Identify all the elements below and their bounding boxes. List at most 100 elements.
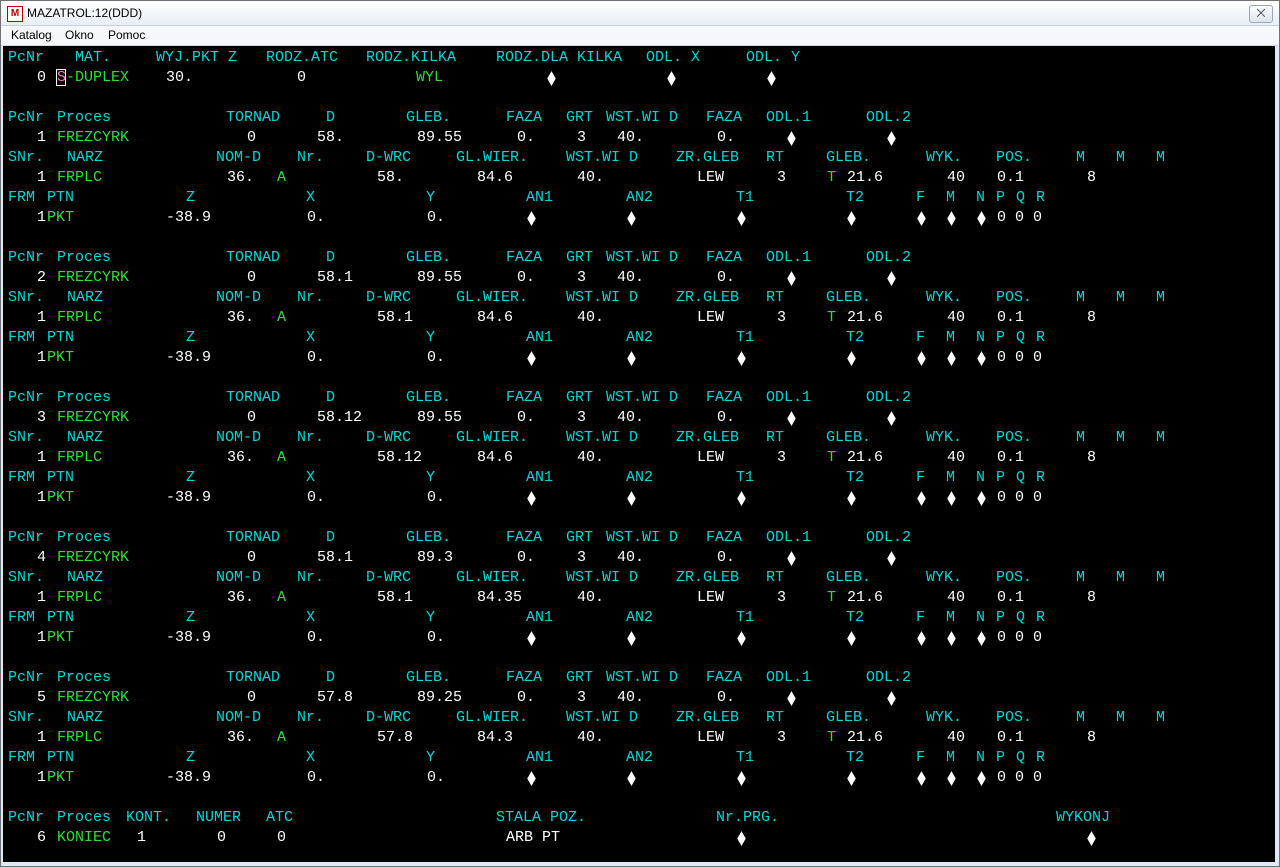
nr-value[interactable]: A [277, 728, 286, 748]
ptn-value[interactable]: PKT [47, 628, 74, 648]
menu-pomoc[interactable]: Pomoc [108, 28, 145, 42]
gl-wier-value[interactable]: 84.3 [477, 728, 513, 748]
diamond-icon[interactable] [846, 630, 857, 647]
ptn-value[interactable]: PKT [47, 488, 74, 508]
wyk-value[interactable]: 40 [947, 168, 965, 188]
diamond-icon[interactable] [666, 70, 677, 87]
diamond-icon[interactable] [976, 630, 987, 647]
rt-value[interactable]: 3 [777, 728, 786, 748]
diamond-icon[interactable] [976, 350, 987, 367]
nom-d-value[interactable]: 36. [227, 308, 254, 328]
wst-wi-d-value[interactable]: 40. [577, 588, 604, 608]
gleb-value[interactable]: 89.55 [417, 268, 462, 288]
faza-2-value[interactable]: 0. [717, 548, 735, 568]
y-value[interactable]: 0. [427, 348, 445, 368]
faza-2-value[interactable]: 0. [717, 408, 735, 428]
nom-d-value[interactable]: 36. [227, 448, 254, 468]
m-value[interactable]: 8 [1087, 448, 1096, 468]
wyk-value[interactable]: 40 [947, 588, 965, 608]
gleb-prefix[interactable]: T [827, 588, 836, 608]
faza-value[interactable]: 0. [517, 408, 535, 428]
nr-value[interactable]: A [277, 168, 286, 188]
x-value[interactable]: 0. [307, 628, 325, 648]
pos-value[interactable]: 0.1 [997, 448, 1024, 468]
gleb-value[interactable]: 21.6 [847, 728, 883, 748]
grt-value[interactable]: 3 [577, 268, 586, 288]
stala-poz-value[interactable]: ARB PT [506, 828, 560, 848]
diamond-icon[interactable] [916, 490, 927, 507]
x-value[interactable]: 0. [307, 488, 325, 508]
diamond-icon[interactable] [736, 770, 747, 787]
gl-wier-value[interactable]: 84.6 [477, 168, 513, 188]
pqr-value[interactable]: 0 0 0 [997, 628, 1042, 648]
ptn-value[interactable]: PKT [47, 208, 74, 228]
diamond-icon[interactable] [946, 350, 957, 367]
diamond-icon[interactable] [626, 630, 637, 647]
grt-value[interactable]: 3 [577, 408, 586, 428]
diamond-icon[interactable] [786, 270, 797, 287]
faza-value[interactable]: 0. [517, 268, 535, 288]
diamond-icon[interactable] [736, 210, 747, 227]
diamond-icon[interactable] [946, 630, 957, 647]
nr-value[interactable]: A [277, 588, 286, 608]
diamond-icon[interactable] [886, 690, 897, 707]
d-wrc-value[interactable]: 58.12 [377, 448, 422, 468]
narz-value[interactable]: FRPLC [57, 448, 102, 468]
narz-value[interactable]: FRPLC [57, 588, 102, 608]
grt-value[interactable]: 3 [577, 128, 586, 148]
diamond-icon[interactable] [736, 630, 747, 647]
diamond-icon[interactable] [786, 130, 797, 147]
diamond-icon[interactable] [846, 770, 857, 787]
diamond-icon[interactable] [846, 210, 857, 227]
gleb-value[interactable]: 21.6 [847, 448, 883, 468]
diamond-icon[interactable] [846, 490, 857, 507]
gleb-prefix[interactable]: T [827, 168, 836, 188]
diamond-icon[interactable] [886, 130, 897, 147]
wyk-value[interactable]: 40 [947, 448, 965, 468]
diamond-icon[interactable] [886, 410, 897, 427]
z-value[interactable]: -38.9 [166, 768, 211, 788]
faza-2-value[interactable]: 0. [717, 688, 735, 708]
diamond-icon[interactable] [886, 550, 897, 567]
nr-value[interactable]: A [277, 308, 286, 328]
grt-value[interactable]: 3 [577, 548, 586, 568]
gleb-value[interactable]: 89.3 [417, 548, 453, 568]
program-screen[interactable]: PcNr MAT. WYJ.PKT Z RODZ.ATC RODZ.KILKA RODZ.… [3, 46, 1275, 862]
x-value[interactable]: 0. [307, 768, 325, 788]
gleb-value[interactable]: 21.6 [847, 588, 883, 608]
diamond-icon[interactable] [916, 210, 927, 227]
tornad-value[interactable]: 0 [247, 128, 256, 148]
d-value[interactable]: 58.1 [317, 268, 353, 288]
pos-value[interactable]: 0.1 [997, 588, 1024, 608]
kont-value[interactable]: 1 [137, 828, 146, 848]
wst-wi-d-value[interactable]: 40. [617, 408, 644, 428]
d-value[interactable]: 58.1 [317, 548, 353, 568]
m-value[interactable]: 8 [1087, 728, 1096, 748]
wst-wi-d-value[interactable]: 40. [577, 168, 604, 188]
nom-d-value[interactable]: 36. [227, 168, 254, 188]
narz-value[interactable]: FRPLC [57, 168, 102, 188]
gleb-value[interactable]: 21.6 [847, 308, 883, 328]
diamond-icon[interactable] [526, 350, 537, 367]
pqr-value[interactable]: 0 0 0 [997, 348, 1042, 368]
faza-2-value[interactable]: 0. [717, 128, 735, 148]
rodz-kilka-value[interactable]: WYL [416, 68, 443, 88]
diamond-icon[interactable] [976, 210, 987, 227]
nr-value[interactable]: A [277, 448, 286, 468]
grt-value[interactable]: 3 [577, 688, 586, 708]
wst-wi-d-value[interactable]: 40. [577, 728, 604, 748]
m-value[interactable]: 8 [1087, 308, 1096, 328]
material-value[interactable]: -DUPLEX [66, 68, 129, 88]
zr-gleb-value[interactable]: LEW [697, 448, 724, 468]
narz-value[interactable]: FRPLC [57, 308, 102, 328]
menu-katalog[interactable]: Katalog [11, 28, 52, 42]
diamond-icon[interactable] [916, 770, 927, 787]
proces-value[interactable]: FREZCYRK [57, 128, 129, 148]
x-value[interactable]: 0. [307, 208, 325, 228]
diamond-icon[interactable] [946, 210, 957, 227]
y-value[interactable]: 0. [427, 208, 445, 228]
z-value[interactable]: -38.9 [166, 348, 211, 368]
d-value[interactable]: 58. [317, 128, 344, 148]
pqr-value[interactable]: 0 0 0 [997, 768, 1042, 788]
gleb-value[interactable]: 21.6 [847, 168, 883, 188]
